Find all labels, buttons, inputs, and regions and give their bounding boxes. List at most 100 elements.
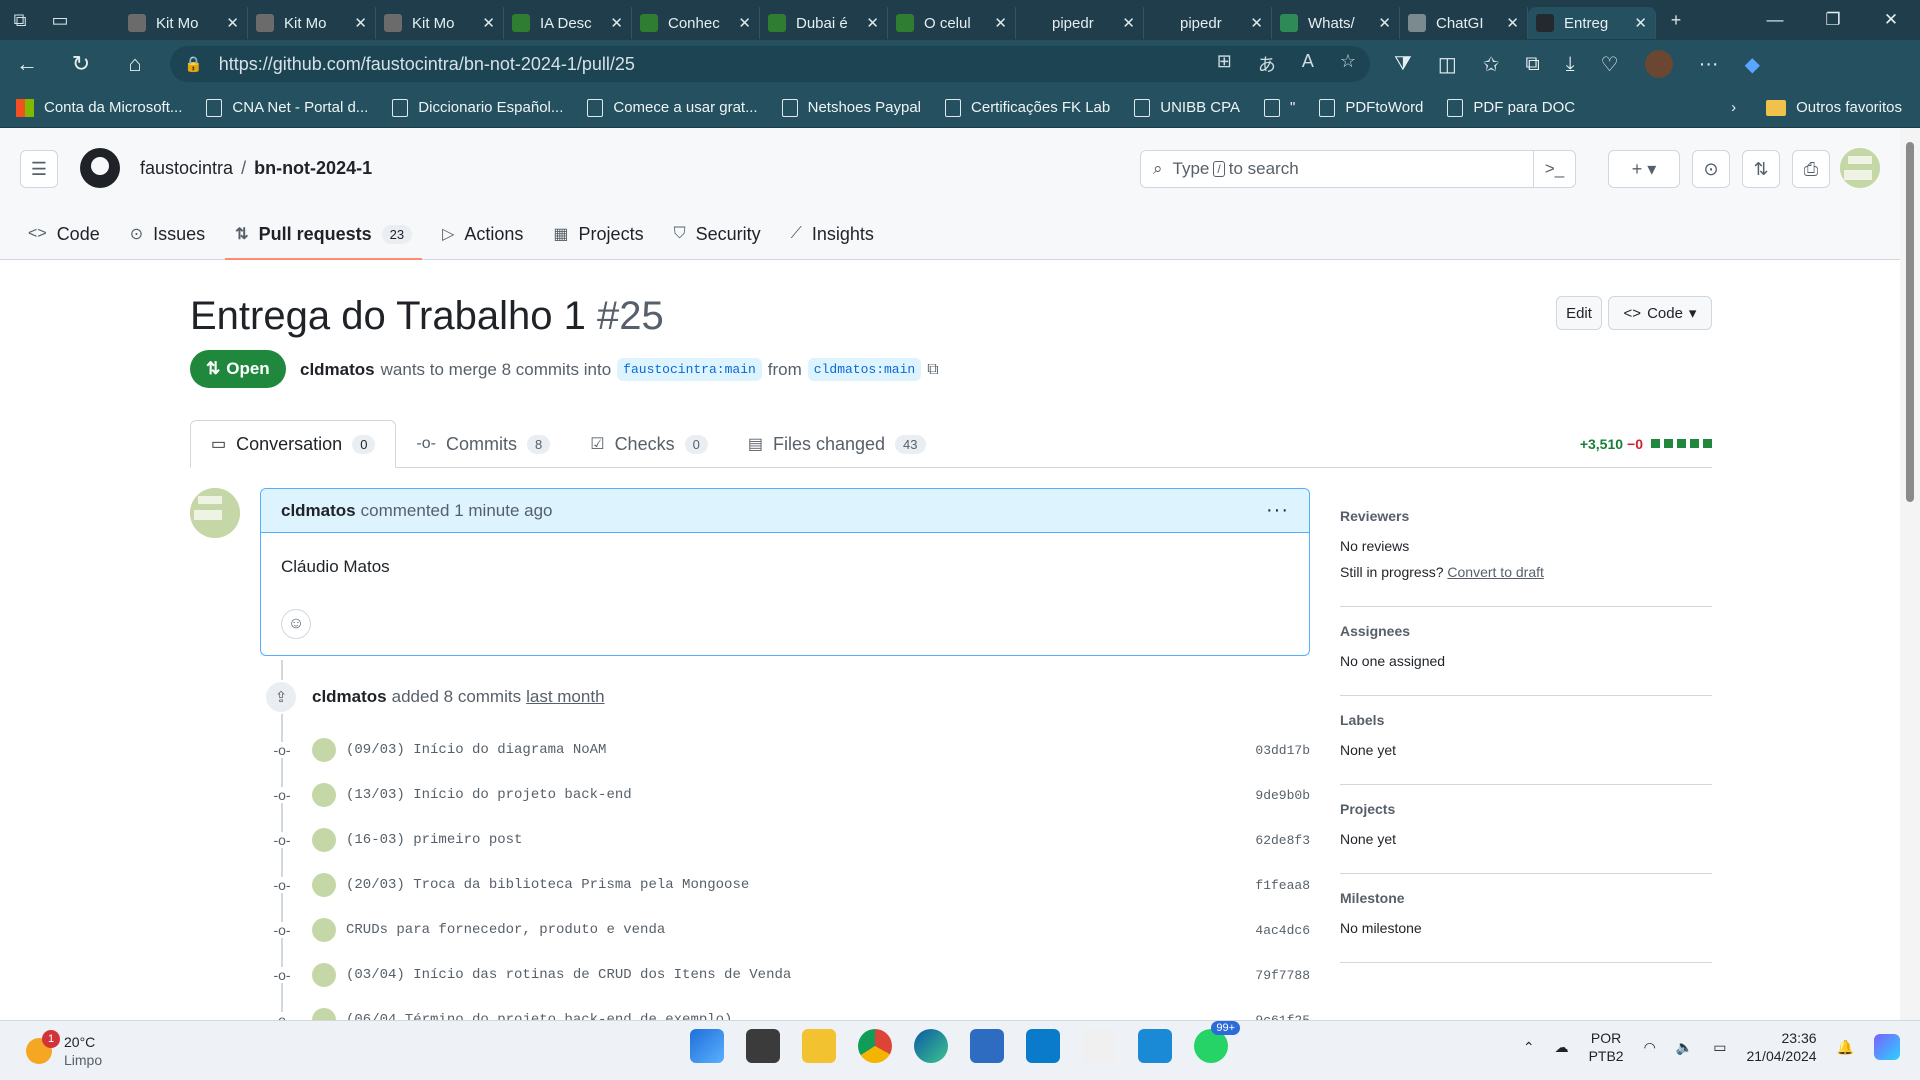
repo-nav-projects[interactable]: ▦ Projects <box>553 214 643 254</box>
repo-nav-code[interactable]: <> Code <box>28 214 100 254</box>
bookmark-item[interactable]: PDF para DOC <box>1447 98 1575 117</box>
commit-avatar[interactable] <box>312 963 336 987</box>
new-tab-icon[interactable]: + <box>1656 0 1696 40</box>
minimize-icon[interactable]: — <box>1746 10 1804 30</box>
collections-icon[interactable]: ⧉ <box>1526 53 1540 76</box>
volume-icon[interactable]: 🔈 <box>1676 1039 1693 1056</box>
chrome-icon[interactable] <box>858 1029 892 1063</box>
close-tab-icon[interactable]: ✕ <box>866 14 879 32</box>
close-tab-icon[interactable]: ✕ <box>1122 14 1135 32</box>
code-button[interactable]: <> Code ▾ <box>1608 296 1712 330</box>
tab-actions-icon[interactable]: ▭ <box>40 0 80 40</box>
bookmark-item[interactable]: Diccionario Español... <box>392 98 563 117</box>
reviewers-heading[interactable]: Reviewers <box>1340 508 1712 524</box>
repo-nav-actions[interactable]: ▷ Actions <box>442 214 523 254</box>
workspaces-icon[interactable]: ⧉ <box>0 0 40 40</box>
commit-message[interactable]: (06/04 Término do projeto back-end de ex… <box>346 1012 732 1020</box>
repo-link[interactable]: bn-not-2024-1 <box>254 158 372 178</box>
comment-author[interactable]: cldmatos <box>281 501 356 521</box>
extensions-icon[interactable]: ⧩ <box>1394 53 1412 76</box>
commit-sha[interactable]: f1feaa8 <box>1255 878 1310 893</box>
repo-nav-issues[interactable]: ⊙ Issues <box>130 214 205 254</box>
browser-tab[interactable]: Entreg ✕ <box>1528 7 1656 39</box>
kebab-menu-icon[interactable]: ··· <box>1266 499 1289 522</box>
search-input[interactable]: ⌕ Type / to search >_ <box>1140 150 1576 188</box>
commit-avatar[interactable] <box>312 783 336 807</box>
user-avatar[interactable] <box>1840 148 1880 188</box>
owner-link[interactable]: faustocintra <box>140 158 233 178</box>
tab-files-changed[interactable]: ▤ Files changed 43 <box>728 420 946 468</box>
copilot-icon[interactable]: ◆ <box>1745 52 1760 77</box>
more-bookmarks-icon[interactable]: › <box>1731 99 1736 116</box>
favorites-icon[interactable]: ✩ <box>1483 52 1500 77</box>
store-icon[interactable] <box>970 1029 1004 1063</box>
close-tab-icon[interactable]: ✕ <box>738 14 751 32</box>
base-branch[interactable]: faustocintra:main <box>617 358 762 381</box>
browser-tab[interactable]: Conhec ✕ <box>632 7 760 39</box>
copy-icon[interactable]: ⧉ <box>927 361 938 379</box>
more-icon[interactable]: ··· <box>1699 53 1719 76</box>
read-aloud-icon[interactable]: A <box>1302 51 1314 77</box>
browser-tab[interactable]: Kit Mo ✕ <box>120 7 248 39</box>
restore-icon[interactable]: ❐ <box>1804 10 1862 30</box>
commit-avatar[interactable] <box>312 1008 336 1020</box>
commit-sha[interactable]: 03dd17b <box>1255 743 1310 758</box>
close-tab-icon[interactable]: ✕ <box>994 14 1007 32</box>
edit-button[interactable]: Edit <box>1556 296 1602 330</box>
issues-icon[interactable]: ⊙ <box>1692 150 1730 188</box>
vscode-icon[interactable] <box>1026 1029 1060 1063</box>
close-tab-icon[interactable]: ✕ <box>1250 14 1263 32</box>
commit-avatar[interactable] <box>312 873 336 897</box>
language-indicator[interactable]: POR PTB2 <box>1589 1029 1624 1065</box>
tab-checks[interactable]: ☑ Checks 0 <box>570 420 728 468</box>
refresh-icon[interactable]: ↻ <box>54 51 108 77</box>
bookmark-item[interactable]: CNA Net - Portal d... <box>206 98 368 117</box>
commit-message[interactable]: CRUDs para fornecedor, produto e venda <box>346 922 665 938</box>
bookmark-item[interactable]: Netshoes Paypal <box>781 98 921 117</box>
weather-widget[interactable]: 1 20°C Limpo <box>26 1029 102 1069</box>
commit-message[interactable]: (16-03) primeiro post <box>346 832 522 848</box>
favorite-star-icon[interactable]: ☆ <box>1340 51 1356 77</box>
close-window-icon[interactable]: ✕ <box>1862 10 1920 30</box>
assignees-heading[interactable]: Assignees <box>1340 623 1712 639</box>
close-tab-icon[interactable]: ✕ <box>1378 14 1391 32</box>
browser-tab[interactable]: Kit Mo ✕ <box>248 7 376 39</box>
milestone-heading[interactable]: Milestone <box>1340 890 1712 906</box>
chevron-up-icon[interactable]: ⌃ <box>1523 1039 1535 1056</box>
browser-tab[interactable]: ChatGI ✕ <box>1400 7 1528 39</box>
commit-avatar[interactable] <box>312 738 336 762</box>
browser-tab[interactable]: pipedr ✕ <box>1016 7 1144 39</box>
copilot-taskbar-icon[interactable] <box>1874 1034 1900 1060</box>
browser-tab[interactable]: Kit Mo ✕ <box>376 7 504 39</box>
command-palette-icon[interactable]: >_ <box>1533 151 1575 187</box>
convert-to-draft-link[interactable]: Convert to draft <box>1447 564 1544 580</box>
commit-message[interactable]: (20/03) Troca da biblioteca Prisma pela … <box>346 877 749 893</box>
battery-icon[interactable]: ▭ <box>1713 1039 1726 1056</box>
pull-requests-icon[interactable]: ⇅ <box>1742 150 1780 188</box>
app-available-icon[interactable]: ⊞ <box>1217 51 1232 77</box>
commit-sha[interactable]: 79f7788 <box>1255 968 1310 983</box>
commit-sha[interactable]: 4ac4dc6 <box>1255 923 1310 938</box>
file-explorer-icon[interactable] <box>802 1029 836 1063</box>
inbox-icon[interactable]: ⎙ <box>1792 150 1830 188</box>
close-tab-icon[interactable]: ✕ <box>354 14 367 32</box>
commit-sha[interactable]: 9c61f25 <box>1255 1013 1310 1021</box>
event-author[interactable]: cldmatos <box>312 687 387 707</box>
projects-heading[interactable]: Projects <box>1340 801 1712 817</box>
other-favorites[interactable]: Outros favoritos <box>1766 99 1902 116</box>
commit-message[interactable]: (13/03) Início do projeto back-end <box>346 787 632 803</box>
notification-bell-icon[interactable]: 🔔 <box>1837 1039 1854 1056</box>
close-tab-icon[interactable]: ✕ <box>226 14 239 32</box>
url-field[interactable]: 🔒 https://github.com/faustocintra/bn-not… <box>170 46 1370 82</box>
commit-message[interactable]: (03/04) Início das rotinas de CRUD dos I… <box>346 967 791 983</box>
back-icon[interactable]: ← <box>0 51 54 77</box>
labels-heading[interactable]: Labels <box>1340 712 1712 728</box>
event-time[interactable]: last month <box>526 687 604 707</box>
bookmark-item[interactable]: Comece a usar grat... <box>587 98 758 117</box>
close-tab-icon[interactable]: ✕ <box>610 14 623 32</box>
home-icon[interactable]: ⌂ <box>108 51 162 77</box>
browser-tab[interactable]: Dubai é ✕ <box>760 7 888 39</box>
vertical-scrollbar[interactable] <box>1900 128 1920 1020</box>
notepad-icon[interactable] <box>1138 1029 1172 1063</box>
tab-commits[interactable]: -o- Commits 8 <box>396 420 570 468</box>
